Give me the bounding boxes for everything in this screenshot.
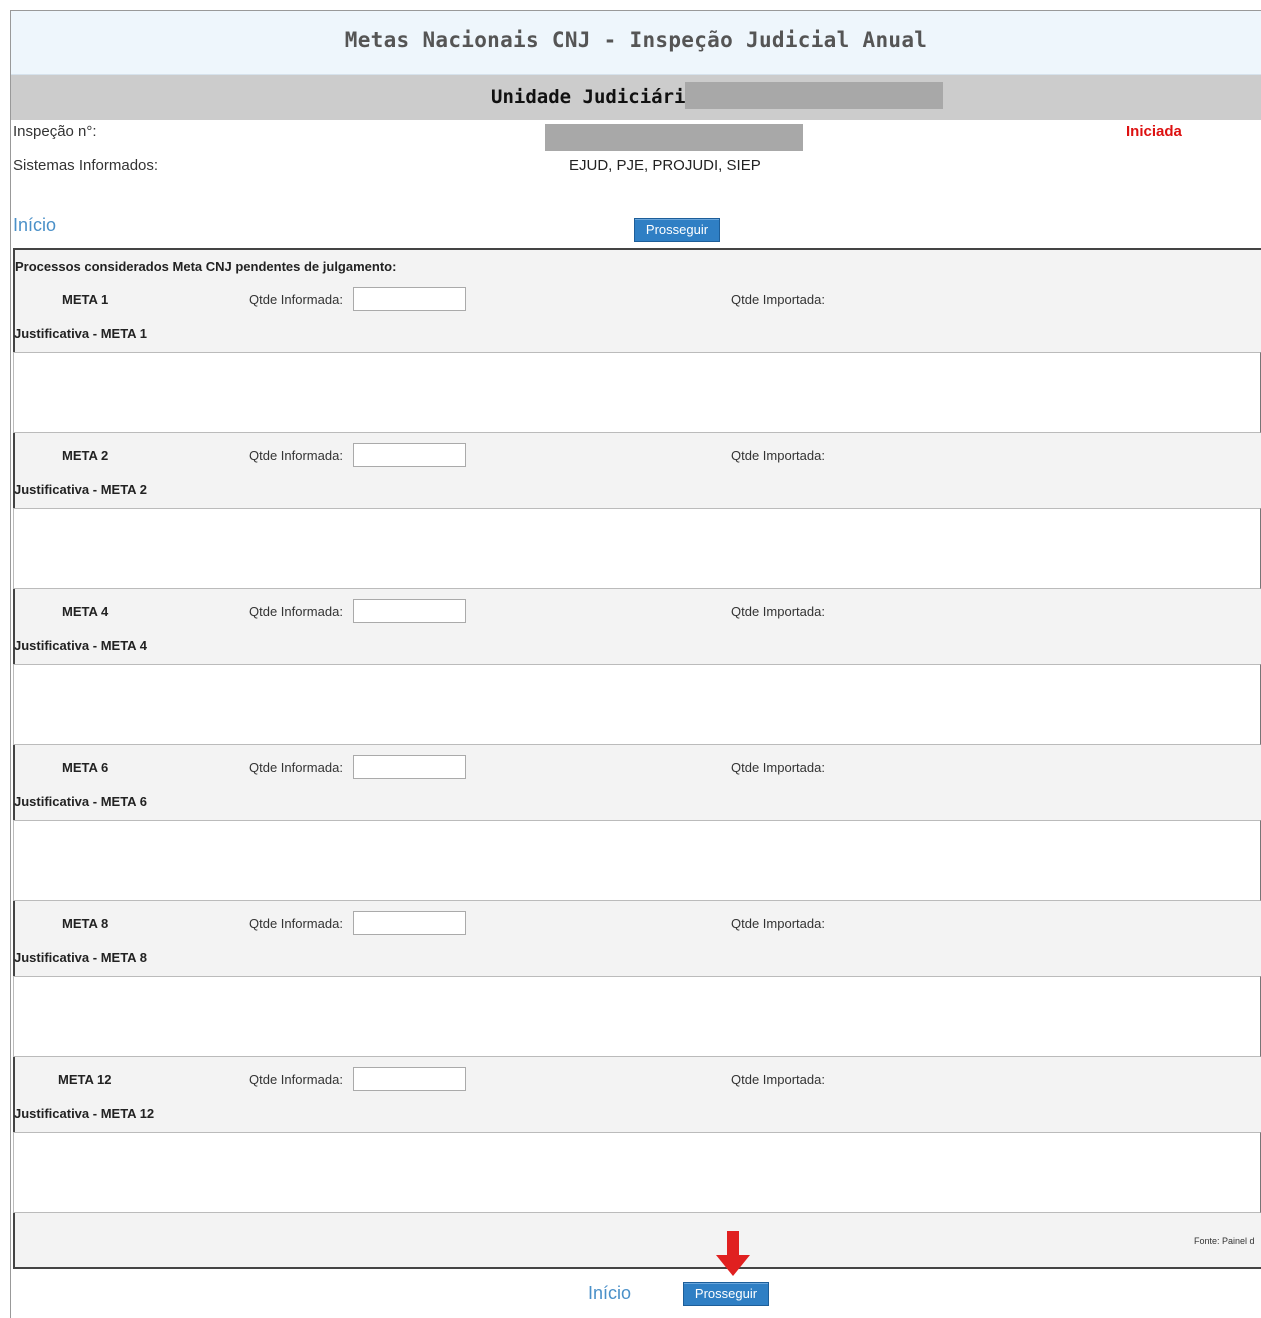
- redacted-unit-name: [685, 82, 943, 109]
- unit-label: Unidade Judiciária:: [491, 86, 709, 108]
- redacted-inspection-number: [545, 124, 803, 151]
- meta-label: META 2: [62, 448, 109, 463]
- meta-block-1: META 1 Qtde Informada: Qtde Importada: J…: [13, 248, 1261, 433]
- qtd-importada-label: Qtde Importada:: [731, 916, 825, 931]
- meta-label: META 1: [62, 292, 109, 307]
- justificativa-textarea-meta-12[interactable]: [13, 1132, 1261, 1213]
- home-link-top[interactable]: Início: [13, 215, 56, 236]
- meta-block-12: META 12 Qtde Informada: Qtde Importada: …: [13, 1028, 1261, 1213]
- meta-label: META 8: [62, 916, 109, 931]
- qtd-informada-input-meta-6[interactable]: [353, 755, 466, 779]
- qtd-importada-label: Qtde Importada:: [731, 604, 825, 619]
- qtd-informada-label: Qtde Informada:: [249, 604, 343, 619]
- proceed-button-top[interactable]: Prosseguir: [634, 218, 720, 242]
- qtd-informada-input-meta-12[interactable]: [353, 1067, 466, 1091]
- meta-block-2: META 2 Qtde Informada: Qtde Importada: J…: [13, 404, 1261, 589]
- systems-label: Sistemas Informados:: [13, 157, 159, 174]
- meta-label: META 4: [62, 604, 109, 619]
- down-arrow-icon: [716, 1231, 750, 1276]
- qtd-informada-label: Qtde Informada:: [249, 448, 343, 463]
- qtd-informada-label: Qtde Informada:: [249, 760, 343, 775]
- justificativa-label: Justificativa - META 12: [14, 1106, 155, 1121]
- inspection-label: Inspeção n°:: [13, 123, 97, 140]
- meta-block-8: META 8 Qtde Informada: Qtde Importada: J…: [13, 872, 1261, 1057]
- justificativa-label: Justificativa - META 6: [14, 794, 147, 809]
- qtd-informada-input-meta-2[interactable]: [353, 443, 466, 467]
- qtd-informada-input-meta-1[interactable]: [353, 287, 466, 311]
- qtd-importada-label: Qtde Importada:: [731, 448, 825, 463]
- qtd-informada-input-meta-4[interactable]: [353, 599, 466, 623]
- justificativa-label: Justificativa - META 4: [14, 638, 147, 653]
- source-note: Fonte: Painel d: [1194, 1236, 1255, 1246]
- qtd-informada-label: Qtde Informada:: [249, 1072, 343, 1087]
- qtd-importada-label: Qtde Importada:: [731, 292, 825, 307]
- justificativa-label: Justificativa - META 2: [14, 482, 147, 497]
- qtd-importada-label: Qtde Importada:: [731, 1072, 825, 1087]
- status-badge: Iniciada: [1126, 123, 1182, 140]
- meta-block-4: META 4 Qtde Informada: Qtde Importada: J…: [13, 560, 1261, 745]
- qtd-importada-label: Qtde Importada:: [731, 760, 825, 775]
- qtd-informada-label: Qtde Informada:: [249, 292, 343, 307]
- title-bar: Metas Nacionais CNJ - Inspeção Judicial …: [11, 11, 1261, 75]
- justificativa-label: Justificativa - META 8: [14, 950, 147, 965]
- justificativa-label: Justificativa - META 1: [14, 326, 147, 341]
- qtd-informada-input-meta-8[interactable]: [353, 911, 466, 935]
- page-title: Metas Nacionais CNJ - Inspeção Judicial …: [344, 28, 928, 52]
- systems-value: EJUD, PJE, PROJUDI, SIEP: [569, 157, 761, 174]
- home-link-bottom[interactable]: Início: [588, 1283, 631, 1304]
- meta-label: META 12: [58, 1072, 112, 1087]
- qtd-informada-label: Qtde Informada:: [249, 916, 343, 931]
- meta-label: META 6: [62, 760, 109, 775]
- meta-block-6: META 6 Qtde Informada: Qtde Importada: J…: [13, 716, 1261, 901]
- proceed-button-bottom[interactable]: Prosseguir: [683, 1282, 769, 1306]
